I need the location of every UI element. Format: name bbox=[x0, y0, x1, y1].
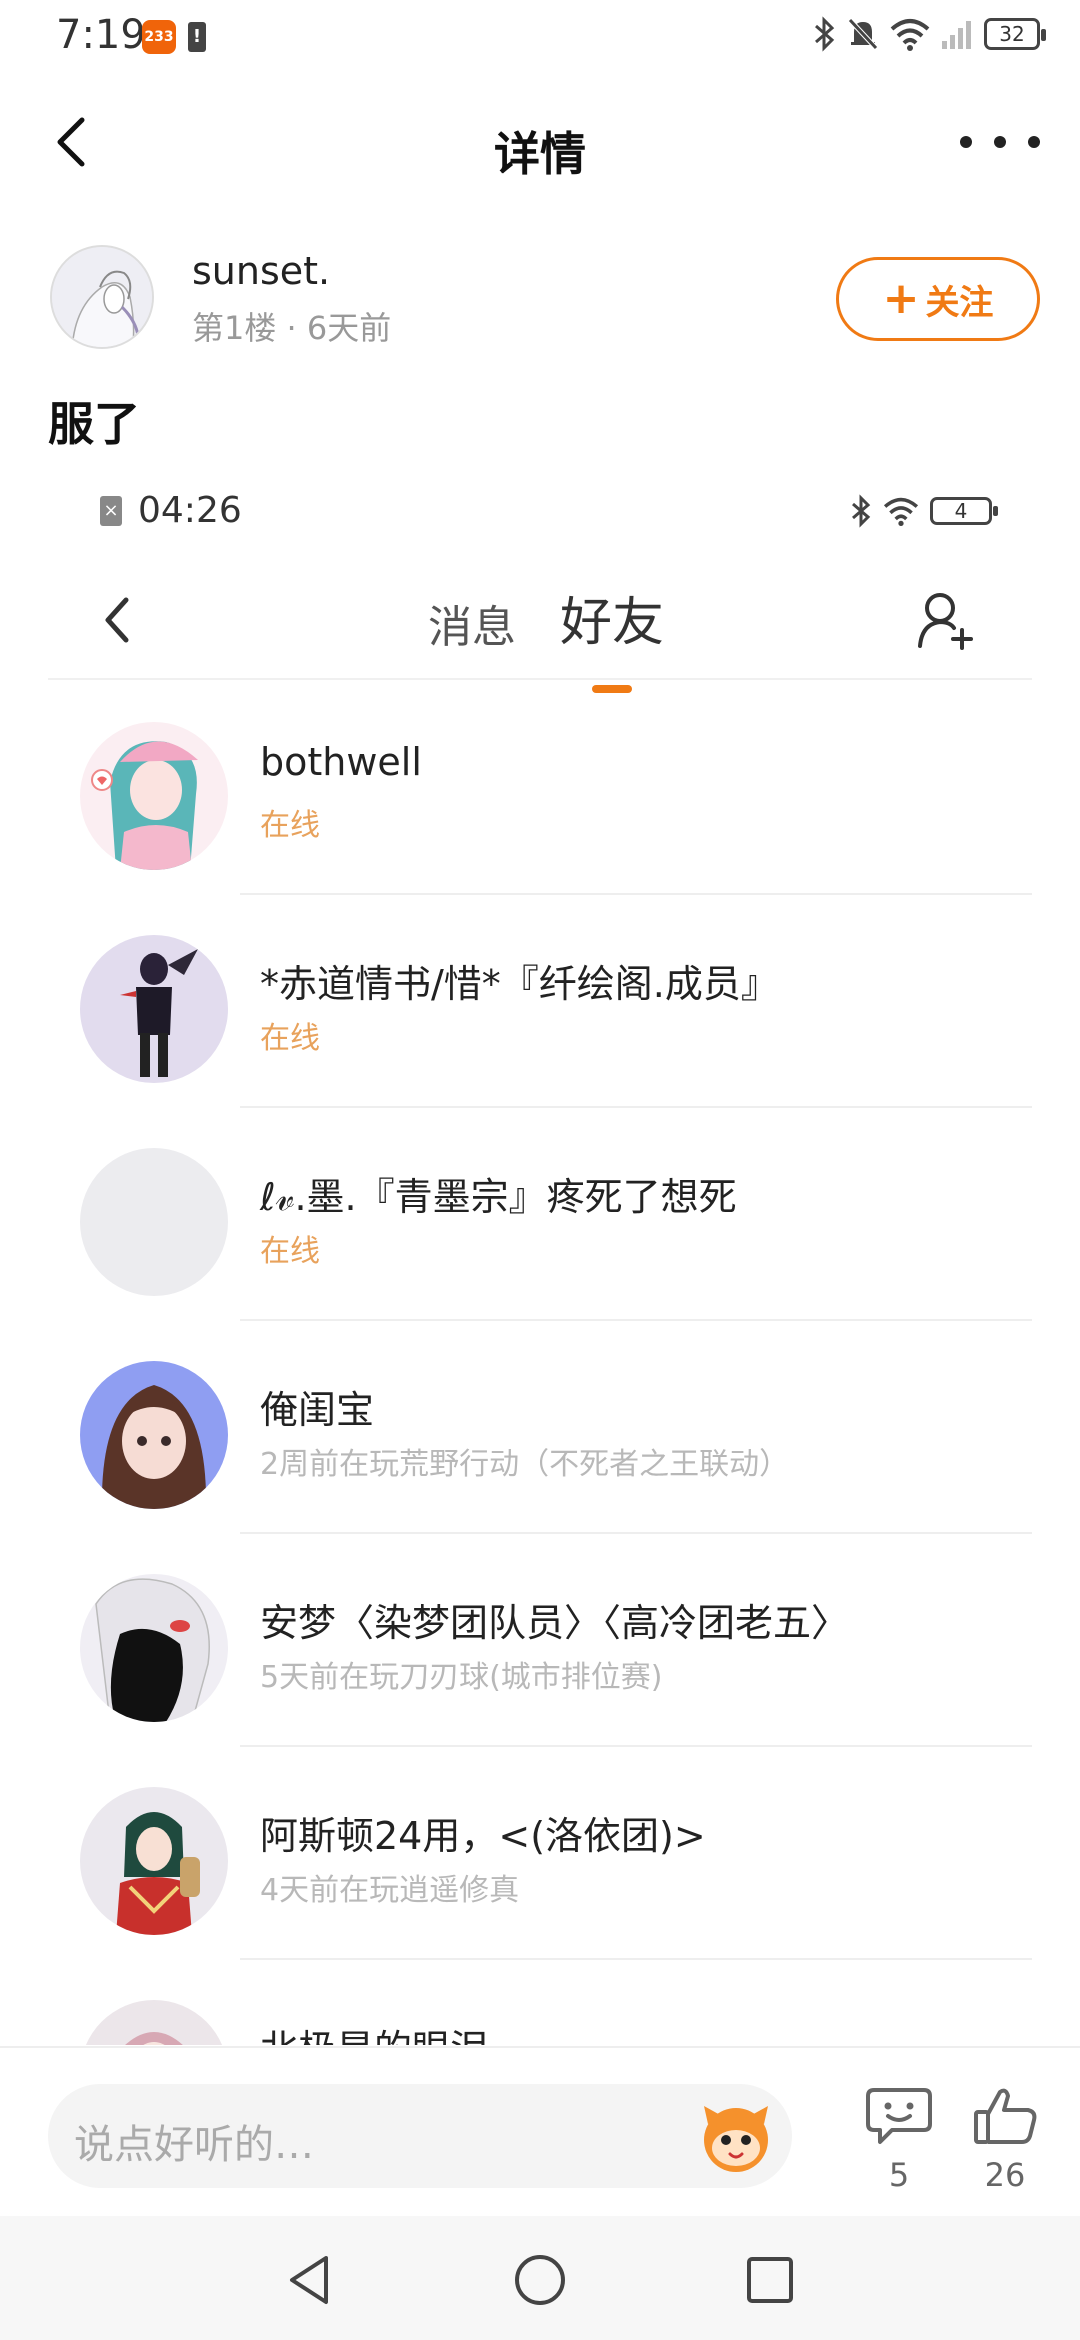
avatar bbox=[80, 935, 228, 1083]
list-item: 俺闺宝 2周前在玩荒野行动（不死者之王联动） bbox=[48, 1321, 1032, 1534]
no-sim-icon: × bbox=[100, 496, 122, 526]
more-dots-icon[interactable] bbox=[960, 110, 1040, 174]
comment-button[interactable]: 5 bbox=[862, 2084, 936, 2194]
comment-bar: 说点好听的… 5 26 bbox=[0, 2046, 1080, 2216]
home-circle-icon[interactable] bbox=[512, 2252, 568, 2308]
wifi-icon bbox=[883, 497, 919, 526]
author-name[interactable]: sunset. bbox=[192, 249, 330, 293]
friend-status: 在线 bbox=[260, 808, 320, 843]
back-triangle-icon[interactable] bbox=[282, 2252, 338, 2308]
signal-icon bbox=[942, 21, 971, 49]
nav-bar: 详情 bbox=[0, 80, 1080, 210]
list-item: 安梦〈染梦团队员〉〈高冷团老五〉 5天前在玩刀刃球(城市排位赛) bbox=[48, 1534, 1032, 1747]
post-meta: 第1楼 · 6天前 bbox=[192, 309, 392, 347]
recents-square-icon[interactable] bbox=[742, 2252, 798, 2308]
friend-status: 5天前在玩刀刃球(城市排位赛) bbox=[260, 1660, 663, 1695]
like-count: 26 bbox=[984, 2156, 1026, 2194]
image-nav-bar: 消息 好友 bbox=[48, 560, 1032, 693]
bluetooth-icon bbox=[815, 16, 835, 52]
avatar[interactable] bbox=[50, 245, 154, 349]
avatar bbox=[80, 1787, 228, 1935]
like-button[interactable]: 26 bbox=[968, 2084, 1042, 2194]
plus-icon: + bbox=[882, 273, 920, 324]
list-item: 阿斯顿24用，<(洛依团)> 4天前在玩逍遥修真 bbox=[48, 1747, 1032, 1960]
comment-count: 5 bbox=[888, 2156, 910, 2194]
status-bar: 7:19 233 ! 32 bbox=[0, 0, 1080, 80]
friend-name: 安梦〈染梦团队员〉〈高冷团老五〉 bbox=[260, 1601, 850, 1645]
sim-alert-icon: ! bbox=[188, 22, 206, 52]
add-friend-icon bbox=[918, 593, 973, 650]
friend-status: 4天前在玩逍遥修真 bbox=[260, 1873, 520, 1908]
friend-status: 在线 bbox=[260, 1021, 320, 1056]
status-time: 7:19 bbox=[56, 12, 146, 58]
tab-friends: 好友 bbox=[560, 580, 664, 693]
wifi-icon bbox=[890, 19, 930, 51]
friend-name: 俺闺宝 bbox=[260, 1388, 375, 1432]
friend-name: *赤道情书/惜*『纤绘阁.成员』 bbox=[260, 962, 779, 1006]
list-item: ℓ𝓋.墨.『青墨宗』疼死了想死 在线 bbox=[48, 1108, 1032, 1321]
post-header: sunset. 第1楼 · 6天前 + 关注 bbox=[50, 245, 1040, 355]
post-text: 服了 bbox=[48, 397, 140, 451]
follow-label: 关注 bbox=[925, 282, 994, 323]
mascot-emoji-icon[interactable] bbox=[694, 2094, 778, 2178]
app-notification-badge: 233 bbox=[142, 20, 176, 54]
system-nav-bar bbox=[0, 2216, 1080, 2340]
status-icons: 32 bbox=[812, 16, 1046, 52]
comment-placeholder: 说点好听的… bbox=[74, 2122, 314, 2168]
chevron-left-icon bbox=[105, 597, 129, 643]
avatar bbox=[80, 2000, 228, 2045]
friend-name: 阿斯顿24用，<(洛依团)> bbox=[260, 1814, 706, 1858]
post-image[interactable]: × 04:26 4 消息 好友 bothwell 在线 *赤道情书/惜*『纤绘阁… bbox=[48, 470, 1032, 2045]
page-title: 详情 bbox=[494, 127, 586, 181]
friend-status: 2周前在玩荒野行动（不死者之王联动） bbox=[260, 1447, 790, 1482]
image-status-bar: × 04:26 4 bbox=[48, 470, 1032, 550]
image-tabs: 消息 好友 bbox=[428, 580, 664, 693]
comment-icon bbox=[866, 2088, 932, 2144]
friend-name: bothwell bbox=[260, 740, 422, 784]
image-status-time: 04:26 bbox=[138, 490, 242, 531]
list-item: bothwell 在线 bbox=[48, 682, 1032, 895]
comment-input[interactable]: 说点好听的… bbox=[48, 2084, 792, 2188]
tab-messages: 消息 bbox=[428, 602, 516, 653]
list-item: 北极星的眼泪 bbox=[48, 1960, 1032, 2045]
friend-status: 在线 bbox=[260, 1234, 320, 1269]
friend-list: bothwell 在线 *赤道情书/惜*『纤绘阁.成员』 在线 ℓ𝓋.墨.『青墨… bbox=[48, 682, 1032, 2045]
mute-bell-icon bbox=[848, 18, 878, 50]
follow-button[interactable]: + 关注 bbox=[836, 257, 1040, 341]
avatar bbox=[80, 1148, 228, 1296]
avatar bbox=[80, 1574, 228, 1722]
battery-icon: 4 bbox=[930, 497, 998, 525]
friend-name: 北极星的眼泪 bbox=[260, 2018, 488, 2045]
avatar bbox=[80, 1361, 228, 1509]
bluetooth-icon bbox=[852, 494, 871, 528]
avatar bbox=[80, 722, 228, 870]
battery-icon: 32 bbox=[984, 18, 1046, 50]
friend-name: ℓ𝓋.墨.『青墨宗』疼死了想死 bbox=[260, 1175, 737, 1219]
list-item: *赤道情书/惜*『纤绘阁.成员』 在线 bbox=[48, 895, 1032, 1108]
thumbs-up-icon bbox=[974, 2088, 1037, 2144]
